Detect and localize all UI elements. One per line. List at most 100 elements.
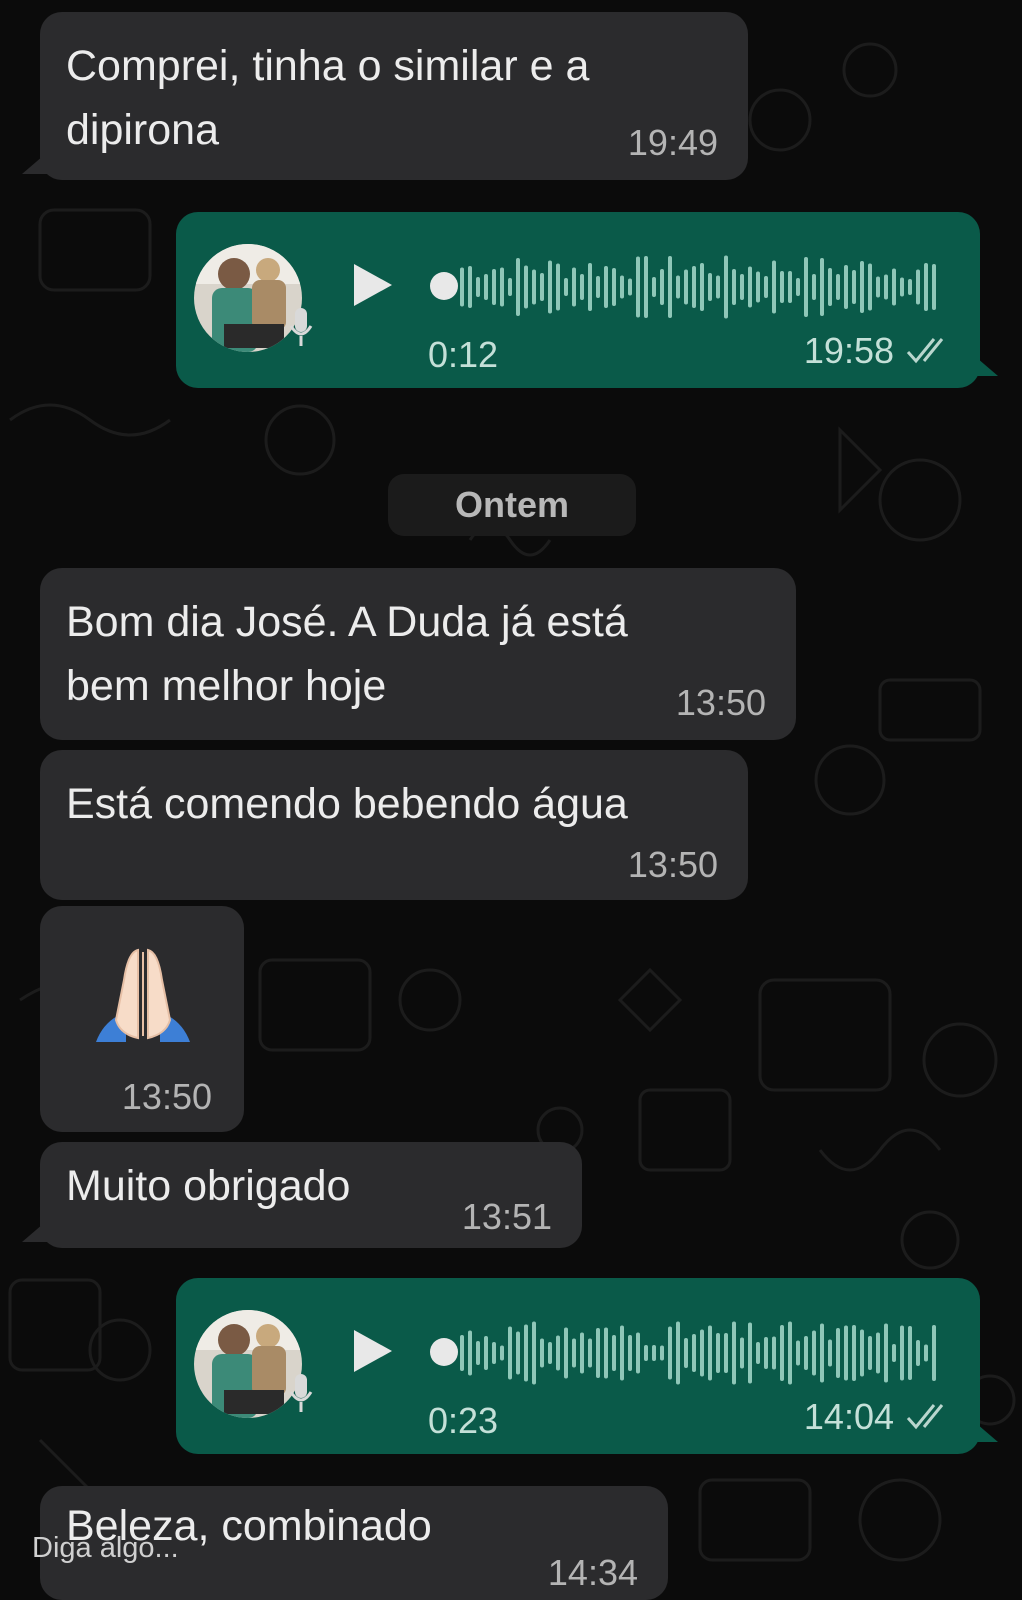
waveform-bar (820, 1323, 824, 1383)
waveform-bar (828, 268, 832, 306)
waveform-bar (876, 1332, 880, 1374)
avatar (194, 1310, 302, 1418)
waveform-bar (508, 1326, 512, 1380)
waveform-bar (668, 1326, 672, 1380)
waveform-bar (820, 258, 824, 316)
waveform-bar (764, 1337, 768, 1369)
waveform-bar (868, 263, 872, 311)
waveform-bar (620, 275, 624, 299)
waveform-bar (844, 1325, 848, 1381)
waveform-bar (588, 1338, 592, 1368)
waveform-bar (916, 1340, 920, 1366)
message-text: Está comendo bebendo água (66, 780, 628, 828)
waveform-bar (604, 1327, 608, 1379)
waveform-bar (796, 1340, 800, 1366)
waveform-bar (644, 256, 648, 318)
message-time: 13:50 (121, 1076, 212, 1117)
waveform-bar (612, 268, 616, 306)
voice-message-bubble[interactable]: 0:12 19:58 (176, 212, 998, 388)
waveform-bar (884, 274, 888, 300)
waveform-bar (580, 274, 584, 300)
waveform-bar (476, 277, 480, 297)
waveform-bar (572, 1338, 576, 1368)
waveform-bar (860, 1329, 864, 1377)
waveform-bar (708, 1325, 712, 1381)
waveform-bar (748, 1322, 752, 1384)
waveform-bar (620, 1325, 624, 1381)
voice-duration: 0:23 (428, 1400, 499, 1441)
waveform-bar (676, 1321, 680, 1385)
message-bubble-incoming[interactable]: Muito obrigado 13:51 (22, 1142, 582, 1248)
waveform (460, 255, 936, 319)
waveform-bar (924, 1344, 928, 1362)
waveform-bar (596, 1328, 600, 1378)
waveform-bar (516, 258, 520, 316)
waveform-bar (652, 1345, 656, 1361)
waveform-bar (908, 279, 912, 295)
waveform-bar (892, 268, 896, 306)
waveform-bar (716, 275, 720, 299)
waveform-bar (724, 1333, 728, 1373)
voice-duration: 0:12 (428, 334, 499, 375)
waveform-bar (732, 269, 736, 305)
waveform-bar (828, 1339, 832, 1367)
double-check-icon (906, 338, 944, 364)
microphone-icon (289, 1374, 313, 1412)
message-text: Muito obrigado (66, 1162, 351, 1210)
waveform-bar (692, 1334, 696, 1372)
waveform-bar (700, 263, 704, 311)
emoji-message-bubble[interactable]: 13:50 (40, 906, 244, 1132)
date-separator: Ontem (388, 474, 636, 536)
message-text: Bom dia José. A Duda já está bem melhor … (66, 598, 628, 710)
waveform-bar (540, 1338, 544, 1368)
waveform-bar (500, 1345, 504, 1361)
waveform-bar (564, 1327, 568, 1379)
waveform-bar (924, 263, 928, 311)
bubble-tail (22, 150, 50, 174)
waveform-bar (900, 277, 904, 297)
message-input-placeholder[interactable]: Diga algo... (32, 1532, 179, 1565)
waveform-bar (836, 274, 840, 300)
waveform-bar (908, 1326, 912, 1380)
play-icon[interactable] (354, 264, 392, 306)
waveform-bar (612, 1335, 616, 1371)
waveform-bar (556, 1335, 560, 1371)
waveform-bar (812, 274, 816, 300)
waveform-bar (756, 1342, 760, 1364)
waveform-bar (804, 1336, 808, 1370)
message-time: 19:49 (627, 122, 718, 163)
voice-message-bubble[interactable]: 0:23 14:04 (176, 1278, 998, 1454)
waveform-bar (668, 256, 672, 318)
message-bubble-incoming[interactable]: Está comendo bebendo água 13:50 (40, 750, 748, 900)
message-time: 13:50 (627, 844, 718, 885)
waveform-bar (900, 1325, 904, 1381)
waveform-bar (580, 1332, 584, 1374)
playback-scrubber[interactable] (430, 1338, 458, 1366)
waveform-bar (676, 275, 680, 299)
waveform-bar (484, 274, 488, 300)
playback-scrubber[interactable] (430, 272, 458, 300)
waveform-bar (812, 1330, 816, 1376)
waveform-bar (556, 263, 560, 311)
waveform-bar (644, 1345, 648, 1361)
waveform-bar (636, 256, 640, 318)
waveform-bar (652, 277, 656, 297)
message-time: 13:50 (675, 682, 766, 723)
double-check-icon (906, 1404, 944, 1430)
waveform-bar (684, 1338, 688, 1368)
waveform-bar (460, 1335, 464, 1371)
waveform-bar (548, 1342, 552, 1364)
waveform-bar (524, 265, 528, 309)
waveform-bar (604, 266, 608, 308)
message-bubble-incoming[interactable]: Bom dia José. A Duda já está bem melhor … (40, 568, 796, 740)
waveform-bar (852, 270, 856, 304)
waveform-bar (532, 269, 536, 305)
waveform-bar (628, 1335, 632, 1371)
message-time: 19:58 (803, 330, 894, 371)
play-icon[interactable] (354, 1330, 392, 1372)
microphone-icon (289, 308, 313, 346)
waveform-bar (740, 1337, 744, 1369)
message-bubble-incoming[interactable]: Comprei, tinha o similar e a dipirona 19… (22, 12, 748, 180)
waveform-bar (500, 267, 504, 307)
waveform-bar (796, 278, 800, 296)
